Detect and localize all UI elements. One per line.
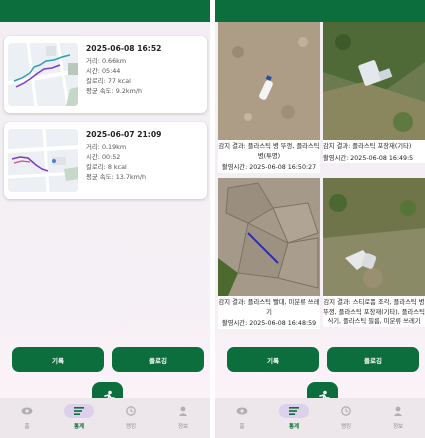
nav-info[interactable]: 정보 (158, 404, 208, 436)
detection-photo (323, 22, 425, 140)
record-calories: 칼로리: 77 kcal (86, 77, 131, 85)
detection-photo (218, 178, 320, 296)
clock-icon (321, 404, 371, 418)
detection-timestamp: 촬영시간: 2025-06-08 16:50:27 (221, 164, 317, 171)
record-speed: 평균 속도: 13.7km/h (86, 173, 147, 181)
clock-icon (106, 404, 156, 418)
detection-item[interactable]: 감지 결과: 스티로폼 조각, 플라스틱 병 뚜껑, 플라스틱 포장재(기타),… (323, 178, 425, 327)
nav-info[interactable]: 정보 (373, 404, 423, 436)
record-button[interactable]: 기록 (12, 347, 104, 372)
bottom-nav: 홈 통계 랭킹 정보 (0, 398, 210, 438)
record-calories: 칼로리: 8 kcal (86, 163, 127, 171)
detection-result: 감지 결과: 플라스틱 병 뚜껑, 플라스틱병(투명) (218, 143, 320, 160)
nav-home[interactable]: 홈 (217, 404, 267, 436)
record-card[interactable]: 2025-06-07 21:09 거리: 0.19km 시간: 00:52 칼로… (4, 122, 207, 199)
detection-item[interactable]: 감지 결과: 플라스틱 포장재(기타) 촬영시간: 2025-06-08 16:… (323, 22, 425, 163)
plogging-button[interactable]: 플로깅 (112, 347, 204, 372)
detection-result: 감지 결과: 플라스틱 포장재(기타) (323, 143, 412, 150)
nav-home[interactable]: 홈 (2, 404, 52, 436)
detection-timestamp: 촬영시간: 2025-06-08 16:49:5 (323, 154, 414, 162)
status-bar (0, 0, 210, 22)
record-card[interactable]: 2025-06-08 16:52 거리: 0.66km 시간: 05:44 칼로… (4, 36, 207, 113)
bar-list-icon (279, 404, 309, 418)
detection-item[interactable]: 감지 결과: 플라스틱 빨대, 미분류 쓰레기 촬영시간: 2025-06-08… (218, 178, 320, 329)
detection-photo (323, 178, 425, 296)
record-date: 2025-06-07 21:09 (86, 130, 162, 139)
nav-stats[interactable]: 통계 (54, 404, 104, 436)
bar-list-icon (64, 404, 94, 418)
records-screen: 2025-06-08 16:52 거리: 0.66km 시간: 05:44 칼로… (0, 0, 210, 438)
record-time: 시간: 00:52 (86, 153, 121, 161)
detection-item[interactable]: 감지 결과: 플라스틱 병 뚜껑, 플라스틱병(투명) 촬영시간: 2025-0… (218, 22, 320, 173)
record-distance: 거리: 0.66km (86, 57, 127, 65)
record-time: 시간: 05:44 (86, 67, 121, 75)
plogging-button[interactable]: 플로깅 (327, 347, 419, 372)
eye-icon (2, 404, 52, 418)
eye-icon (217, 404, 267, 418)
record-distance: 거리: 0.19km (86, 143, 127, 151)
status-bar (215, 0, 425, 22)
detection-timestamp: 촬영시간: 2025-06-08 16:48:59 (221, 320, 317, 327)
route-map-thumbnail (8, 43, 78, 106)
person-icon (373, 404, 423, 418)
detection-result: 감지 결과: 스티로폼 조각, 플라스틱 병 뚜껑, 플라스틱 포장재(기타),… (323, 299, 425, 325)
detection-result: 감지 결과: 플라스틱 빨대, 미분류 쓰레기 (218, 299, 320, 316)
record-date: 2025-06-08 16:52 (86, 44, 162, 53)
nav-ranking[interactable]: 랭킹 (321, 404, 371, 436)
person-icon (158, 404, 208, 418)
detections-screen: 감지 결과: 플라스틱 병 뚜껑, 플라스틱병(투명) 촬영시간: 2025-0… (215, 0, 425, 438)
bottom-nav: 홈 통계 랭킹 정보 (215, 398, 425, 438)
nav-stats[interactable]: 통계 (269, 404, 319, 436)
nav-ranking[interactable]: 랭킹 (106, 404, 156, 436)
detection-photo (218, 22, 320, 140)
route-map-thumbnail (8, 129, 78, 192)
record-speed: 평균 속도: 9.2km/h (86, 87, 143, 95)
record-button[interactable]: 기록 (227, 347, 319, 372)
